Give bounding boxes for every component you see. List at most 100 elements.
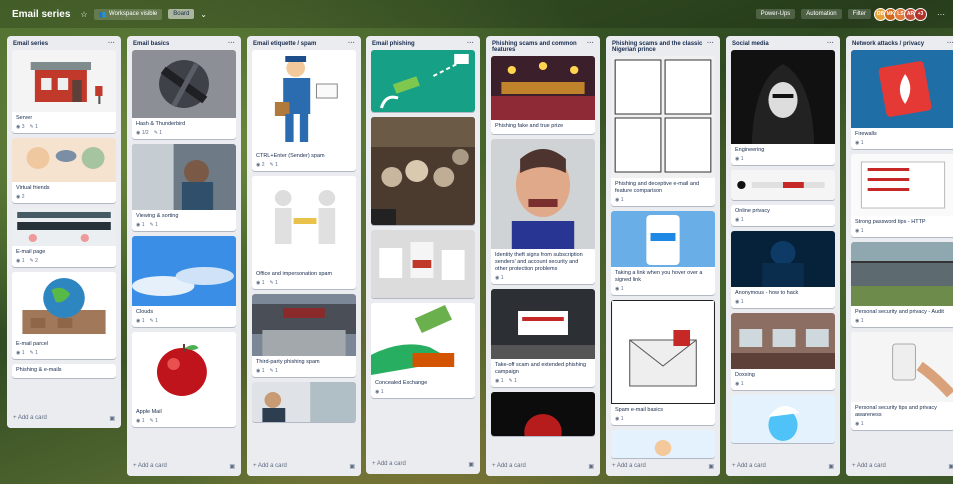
card[interactable]: [731, 170, 835, 200]
eye-icon-badge: ◉ 2: [256, 162, 265, 168]
workspace-visibility-button[interactable]: 👥 Workspace visible: [93, 8, 163, 20]
card[interactable]: Taking a link when you hover over a sign…: [611, 211, 715, 295]
card[interactable]: Firewalls ◉ 1: [851, 50, 953, 149]
card[interactable]: Spam e-mail basics ◉ 1: [611, 300, 715, 425]
add-card-button[interactable]: + Add a card ▣: [726, 459, 840, 476]
card[interactable]: [371, 230, 475, 298]
card[interactable]: Third-party phishing spam ◉ 1 ✎ 1: [252, 294, 356, 377]
list-menu-icon[interactable]: ···: [707, 40, 714, 47]
list-header[interactable]: Email series ···: [7, 36, 121, 50]
list-header[interactable]: Email phishing ···: [366, 36, 480, 50]
power-ups-label: Power-Ups: [760, 11, 791, 17]
card[interactable]: Phishing fake and true prize: [491, 56, 595, 134]
card[interactable]: Engineering ◉ 1: [731, 50, 835, 165]
list-title[interactable]: Network attacks / privacy: [852, 41, 924, 47]
card[interactable]: Viewing & sorting ◉ 1 ✎ 1: [132, 144, 236, 231]
list-title[interactable]: Email etiquette / spam: [253, 41, 316, 47]
more-menu-icon[interactable]: ···: [937, 10, 945, 19]
template-icon[interactable]: ▣: [948, 463, 953, 470]
list-column[interactable]: Network attacks / privacy ··· Firewalls ◉ 1…: [846, 36, 953, 476]
add-card-button[interactable]: + Add a card ▣: [247, 459, 361, 476]
card[interactable]: Server ◉ 3 ✎ 1: [12, 50, 116, 133]
add-card-button[interactable]: + Add a card ▣: [7, 411, 121, 428]
template-icon[interactable]: ▣: [349, 463, 355, 470]
list-column[interactable]: Email phishing ··· Concealed Exchange ◉ 1 + …: [366, 36, 480, 474]
add-card-button[interactable]: + Add a card ▣: [606, 459, 720, 476]
card[interactable]: Personal security tips and privacy aware…: [851, 332, 953, 430]
add-card-button[interactable]: + Add a card ▣: [127, 459, 241, 476]
chevron-down-icon[interactable]: ⌄: [200, 10, 207, 19]
template-icon[interactable]: ▣: [828, 463, 834, 470]
list-header[interactable]: Email basics ···: [127, 36, 241, 50]
list-title[interactable]: Social media: [732, 41, 769, 47]
list-column[interactable]: Social media ··· Engineering ◉ 1 Online priv…: [726, 36, 840, 476]
list-header[interactable]: Social media ···: [726, 36, 840, 50]
list-header[interactable]: Email etiquette / spam ···: [247, 36, 361, 50]
card[interactable]: Identity theft signs from subscription s…: [491, 139, 595, 284]
automation-button[interactable]: Automation: [801, 9, 842, 19]
add-card-button[interactable]: + Add a card ▣: [846, 459, 953, 476]
card[interactable]: Doxxing ◉ 1: [731, 313, 835, 390]
member-avatars[interactable]: DB MK LS AR +3: [874, 7, 927, 21]
template-icon[interactable]: ▣: [109, 415, 115, 422]
card[interactable]: Hash & Thunderbird ◉ 1/2 ✎ 1: [132, 50, 236, 139]
card[interactable]: Anonymous - how to hack ◉ 1: [731, 231, 835, 308]
list-menu-icon[interactable]: ···: [827, 40, 834, 47]
add-card-button[interactable]: + Add a card ▣: [366, 457, 480, 474]
card[interactable]: Apple Mail ◉ 1 ✎ 1: [132, 332, 236, 427]
card[interactable]: Strong password tips - HTTP ◉ 1: [851, 154, 953, 237]
card[interactable]: [611, 430, 715, 458]
card[interactable]: E-mail page ◉ 1 ✎ 2: [12, 208, 116, 267]
eye-icon-badge: ◉ 1: [256, 280, 265, 286]
add-card-button[interactable]: + Add a card ▣: [486, 459, 600, 476]
list-header[interactable]: Phishing scams and the classic Nigerian …: [606, 36, 720, 56]
template-icon[interactable]: ▣: [229, 463, 235, 470]
board-title[interactable]: Email series: [8, 7, 74, 22]
avatar[interactable]: +3: [914, 7, 927, 21]
list-column[interactable]: Email etiquette / spam ··· CTRL+Enter (Sen…: [247, 36, 361, 476]
list-column[interactable]: Email basics ··· Hash & Thunderbird ◉ 1/2 ✎ …: [127, 36, 241, 476]
list-header[interactable]: Network attacks / privacy ···: [846, 36, 953, 50]
list-menu-icon[interactable]: ···: [467, 40, 474, 47]
card[interactable]: CTRL+Enter (Sender) spam ◉ 2 ✎ 1: [252, 50, 356, 171]
card[interactable]: Office and impersonation spam ◉ 1 ✎ 1: [252, 176, 356, 289]
list-column[interactable]: Phishing scams and the classic Nigerian …: [606, 36, 720, 476]
template-icon[interactable]: ▣: [588, 463, 594, 470]
card[interactable]: [252, 382, 356, 422]
board-view-button[interactable]: Board: [168, 9, 195, 19]
card[interactable]: [491, 392, 595, 436]
list-menu-icon[interactable]: ···: [587, 40, 594, 47]
card[interactable]: Concealed Exchange ◉ 1: [371, 303, 475, 398]
power-ups-button[interactable]: Power-Ups: [755, 9, 796, 19]
card-title: Server: [16, 115, 33, 121]
card[interactable]: Phishing and deceptive e-mail and featur…: [611, 56, 715, 206]
card[interactable]: Take-off scam and extended phishing camp…: [491, 289, 595, 387]
card[interactable]: E-mail parcel ◉ 1 ✎ 1: [12, 272, 116, 359]
list-column[interactable]: Email series ··· Server ◉ 3 ✎ 1 Virtual frien…: [7, 36, 121, 428]
list-title[interactable]: Phishing scams and the classic Nigerian …: [612, 41, 707, 53]
card[interactable]: [371, 117, 475, 225]
card[interactable]: Online privacy ◉ 1: [731, 205, 835, 226]
card[interactable]: Phishing & e-mails: [12, 364, 116, 378]
list-title[interactable]: Email series: [13, 41, 48, 47]
template-icon[interactable]: ▣: [708, 463, 714, 470]
list-header[interactable]: Phishing scams and common features ···: [486, 36, 600, 56]
list-title[interactable]: Email phishing: [372, 41, 415, 47]
list-menu-icon[interactable]: ···: [108, 40, 115, 47]
card[interactable]: [371, 50, 475, 112]
card[interactable]: Personal security and privacy - Audit ◉ 1: [851, 242, 953, 327]
card[interactable]: Clouds ◉ 1 ✎ 1: [132, 236, 236, 327]
list-menu-icon[interactable]: ···: [348, 40, 355, 47]
card[interactable]: [731, 395, 835, 443]
card[interactable]: Virtual friends ◉ 2: [12, 138, 116, 203]
list-title[interactable]: Phishing scams and common features: [492, 41, 587, 53]
filter-button[interactable]: Filter: [847, 9, 871, 19]
card-cover-image: [132, 332, 236, 406]
list-column[interactable]: Phishing scams and common features ··· Phi…: [486, 36, 600, 476]
list-menu-icon[interactable]: ···: [228, 40, 235, 47]
list-menu-icon[interactable]: ···: [947, 40, 953, 47]
star-icon[interactable]: ☆: [80, 10, 87, 19]
list-title[interactable]: Email basics: [133, 41, 169, 47]
template-icon[interactable]: ▣: [468, 461, 474, 468]
card-badges: ◉ 1 ✎ 1: [132, 317, 236, 327]
